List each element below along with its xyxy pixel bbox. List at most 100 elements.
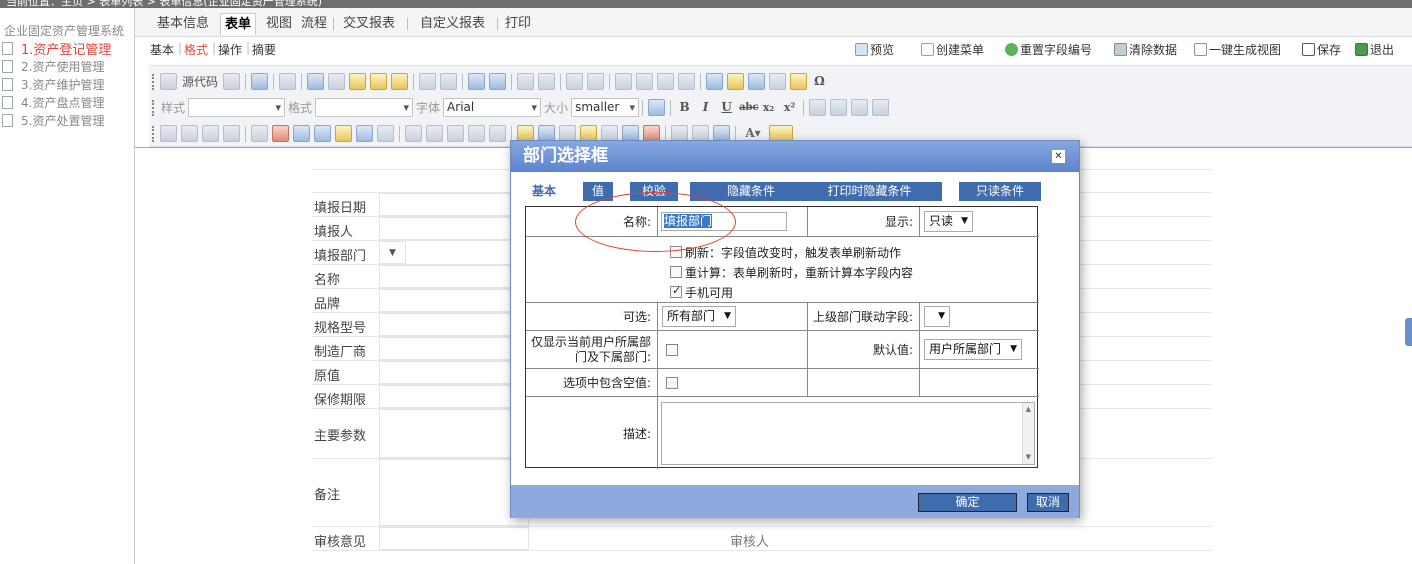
generate-view-button[interactable]: 一键生成视图	[1194, 41, 1281, 58]
tab-view[interactable]: 视图	[262, 13, 296, 35]
flash-icon[interactable]	[727, 73, 745, 90]
undo-icon[interactable]	[419, 73, 437, 90]
description-textarea[interactable]: ▲ ▼	[661, 401, 1035, 465]
form-field[interactable]	[379, 459, 529, 526]
sidebar-item-asset-disposal[interactable]: 5.资产处置管理	[2, 111, 104, 129]
hidden-field-icon[interactable]	[405, 125, 422, 142]
indent-icon[interactable]	[636, 73, 654, 90]
textfield-control-icon[interactable]	[202, 125, 219, 142]
recalculate-checkbox[interactable]	[670, 266, 682, 278]
form-field[interactable]	[379, 385, 529, 408]
textarea-control-icon[interactable]	[223, 125, 240, 142]
paste-text-icon[interactable]	[370, 73, 388, 90]
subtab-summary[interactable]: 摘要	[252, 41, 276, 58]
form-field[interactable]	[379, 193, 529, 216]
preview-button[interactable]: 预览	[855, 41, 894, 58]
italic-icon[interactable]: I	[697, 99, 714, 116]
save-button[interactable]: 保存	[1302, 41, 1341, 58]
horizontal-rule-icon[interactable]	[769, 73, 787, 90]
parent-field-select[interactable]	[924, 306, 950, 327]
size-select[interactable]: smaller	[571, 98, 640, 117]
outdent-icon[interactable]	[615, 73, 633, 90]
link-field-icon[interactable]	[335, 125, 352, 142]
image-field-icon[interactable]	[426, 125, 443, 142]
redo-icon[interactable]	[440, 73, 458, 90]
list-control-icon[interactable]	[251, 125, 268, 142]
special-char-icon[interactable]: Ω	[811, 73, 828, 90]
paste-icon[interactable]	[349, 73, 367, 90]
remove-format-icon[interactable]	[538, 73, 556, 90]
include-empty-checkbox[interactable]	[666, 376, 678, 389]
form-field[interactable]	[379, 409, 529, 458]
user-select-icon[interactable]	[293, 125, 310, 142]
scroll-up-icon[interactable]: ▲	[1026, 405, 1031, 413]
font-select[interactable]: Arial	[443, 98, 542, 117]
scroll-down-icon[interactable]: ▼	[1026, 453, 1031, 461]
image-icon[interactable]	[706, 73, 724, 90]
calendar-icon[interactable]	[272, 125, 289, 142]
form-field[interactable]	[379, 527, 529, 550]
blockquote-icon[interactable]	[657, 73, 675, 90]
tab-form[interactable]: 表单	[220, 13, 257, 35]
form-field[interactable]	[379, 217, 529, 240]
align-right-icon[interactable]	[851, 99, 869, 116]
source-code-icon[interactable]	[160, 73, 177, 90]
dialog-tab-hide-condition[interactable]: 隐藏条件	[690, 182, 812, 201]
form-field[interactable]	[379, 361, 529, 384]
dialog-tab-print-hide-condition[interactable]: 打印时隐藏条件	[797, 182, 942, 201]
close-icon[interactable]: ✕	[1052, 150, 1065, 163]
numbered-list-icon[interactable]	[566, 73, 584, 90]
display-select[interactable]: 只读	[924, 211, 973, 232]
form-field[interactable]	[379, 289, 529, 312]
sidebar-item-asset-maintenance[interactable]: 3.资产维护管理	[2, 75, 104, 93]
sidebar-item-asset-inventory[interactable]: 4.资产盘点管理	[2, 93, 104, 111]
source-code-label[interactable]: 源代码	[182, 73, 218, 90]
ok-button[interactable]: 确定	[918, 493, 1017, 512]
default-select[interactable]: 用户所属部门	[924, 339, 1022, 360]
replace-icon[interactable]	[489, 73, 507, 90]
strikethrough-icon[interactable]: abc	[739, 99, 759, 116]
checkbox-control-icon[interactable]	[160, 125, 177, 142]
preview-icon[interactable]	[251, 73, 269, 90]
subtab-format[interactable]: 格式	[184, 41, 208, 58]
side-collapse-handle[interactable]	[1405, 318, 1412, 346]
tab-basic-info[interactable]: 基本信息	[153, 13, 213, 35]
sidebar-item-asset-usage[interactable]: 2.资产使用管理	[2, 57, 104, 75]
form-field[interactable]	[379, 337, 529, 360]
align-center-icon[interactable]	[830, 99, 848, 116]
file-field-icon[interactable]	[447, 125, 464, 142]
reset-field-number-button[interactable]: 重置字段编号	[1005, 41, 1092, 58]
dialog-tab-readonly-condition[interactable]: 只读条件	[959, 182, 1041, 201]
table-icon[interactable]	[748, 73, 766, 90]
maximize-icon[interactable]	[648, 99, 666, 116]
tab-flow[interactable]: 流程	[297, 13, 331, 35]
department-icon[interactable]	[314, 125, 331, 142]
tab-cross-report[interactable]: 交叉报表	[339, 13, 399, 35]
option-mobile[interactable]: 手机可用	[670, 282, 1039, 302]
radio-control-icon[interactable]	[181, 125, 198, 142]
button-control-icon[interactable]	[377, 125, 394, 142]
div-icon[interactable]	[678, 73, 696, 90]
justify-icon[interactable]	[872, 99, 890, 116]
department-dropdown[interactable]: ▼	[379, 241, 406, 264]
copy-icon[interactable]	[328, 73, 346, 90]
subtab-operation[interactable]: 操作	[218, 41, 242, 58]
subtab-basic[interactable]: 基本	[150, 41, 174, 58]
form-field[interactable]	[379, 313, 529, 336]
style-select[interactable]	[188, 98, 286, 117]
new-page-icon[interactable]	[223, 73, 241, 90]
sidebar-item-asset-register[interactable]: 1.资产登记管理	[2, 39, 111, 58]
option-recalculate[interactable]: 重计算：表单刷新时，重新计算本字段内容	[670, 262, 1039, 282]
create-menu-button[interactable]: 创建菜单	[921, 41, 984, 58]
underline-icon[interactable]: U	[718, 99, 735, 116]
format-select[interactable]	[315, 98, 414, 117]
find-icon[interactable]	[468, 73, 486, 90]
template-icon[interactable]	[279, 73, 297, 90]
select-all-icon[interactable]	[517, 73, 535, 90]
bulleted-list-icon[interactable]	[587, 73, 605, 90]
bold-icon[interactable]: B	[676, 99, 693, 116]
align-left-icon[interactable]	[809, 99, 827, 116]
superscript-icon[interactable]: x²	[781, 99, 798, 116]
exit-button[interactable]: 退出	[1355, 41, 1394, 58]
form-field[interactable]	[379, 265, 529, 288]
